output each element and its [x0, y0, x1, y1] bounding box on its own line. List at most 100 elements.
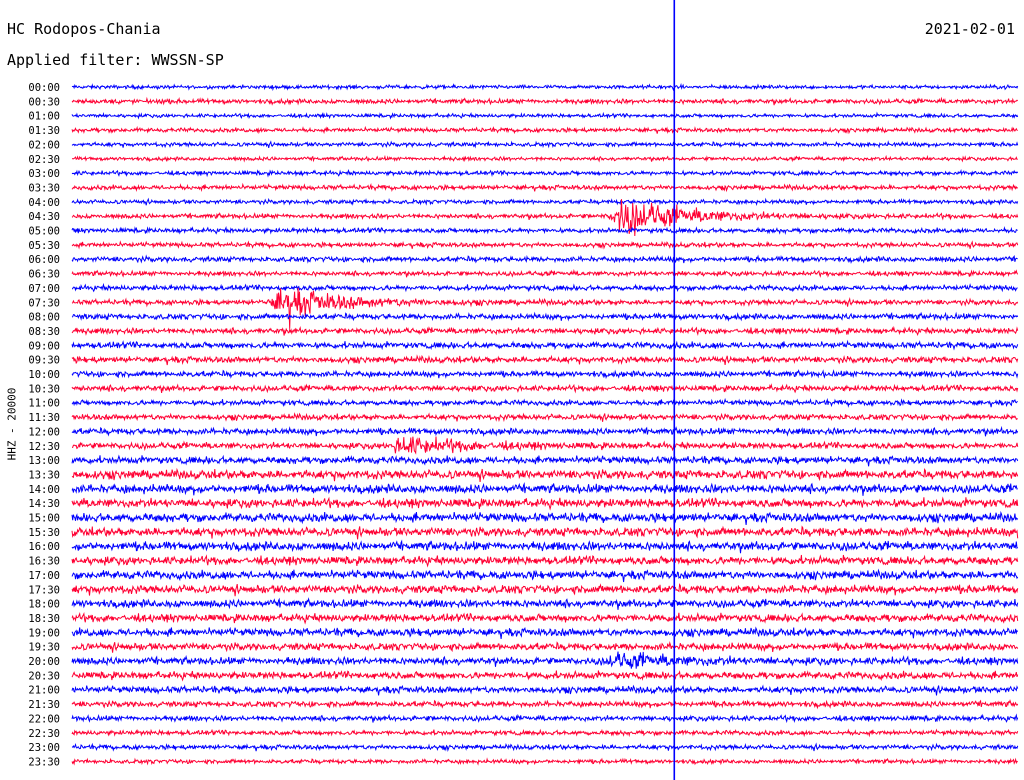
tick-label: 18:30 [28, 613, 60, 625]
tick-label: 02:30 [28, 154, 60, 166]
trace-1930 [71, 641, 1019, 653]
channel-label: HHZ - 20000 [5, 387, 19, 461]
trace-2300 [71, 742, 1019, 752]
trace-0500 [71, 225, 1018, 235]
tick-label: 12:30 [28, 441, 60, 453]
trace-0900 [71, 339, 1019, 351]
tick-label: 00:30 [28, 96, 60, 108]
tick-label: 13:30 [28, 469, 60, 481]
trace-0300 [71, 168, 1019, 178]
tick-label: 18:00 [28, 599, 60, 611]
tick-label: 23:30 [28, 756, 60, 768]
tick-label: 13:00 [28, 455, 60, 467]
trace-2130 [71, 699, 1019, 710]
trace-1100 [71, 397, 1018, 408]
trace-0700 [72, 282, 1018, 293]
trace-0630 [71, 268, 1019, 278]
tick-label: 01:00 [28, 111, 60, 123]
tick-label: 17:30 [28, 584, 60, 596]
trace-0930 [71, 354, 1019, 366]
tick-label: 03:00 [28, 168, 60, 180]
trace-1800 [71, 597, 1019, 610]
trace-2100 [71, 684, 1019, 696]
tick-label: 10:30 [28, 383, 60, 395]
trace-1900 [71, 626, 1019, 639]
tick-label: 20:30 [28, 670, 60, 682]
trace-0400 [71, 197, 1019, 207]
trace-1530 [71, 525, 1019, 540]
trace-0100 [71, 111, 1019, 120]
tick-label: 15:00 [28, 513, 60, 525]
tick-label: 20:00 [28, 656, 60, 668]
tick-label: 05:30 [28, 240, 60, 252]
tick-label: 14:30 [28, 498, 60, 510]
tick-label: 19:00 [28, 627, 60, 639]
tick-label: 16:30 [28, 556, 60, 568]
tick-label: 21:30 [28, 699, 60, 711]
trace-1700 [71, 568, 1019, 583]
tick-label: 05:00 [28, 226, 60, 238]
tick-label: 09:00 [28, 340, 60, 352]
trace-1030 [71, 383, 1019, 394]
trace-1200 [71, 425, 1019, 437]
tick-label: 22:00 [28, 713, 60, 725]
trace-0130 [71, 125, 1018, 135]
trace-2000 [71, 651, 1019, 669]
filter-label: Applied filter: WWSSN-SP [7, 51, 224, 69]
trace-0730 [71, 287, 1019, 329]
trace-2200 [71, 713, 1019, 724]
tick-label: 15:30 [28, 527, 60, 539]
trace-0330 [71, 182, 1019, 193]
trace-1230 [72, 436, 1019, 455]
trace-0030 [71, 96, 1019, 106]
tick-label: 22:30 [28, 728, 60, 740]
tick-label: 06:30 [28, 269, 60, 281]
tick-label: 19:30 [28, 642, 60, 654]
tick-label: 12:00 [28, 426, 60, 438]
trace-0600 [71, 254, 1018, 264]
trace-0530 [71, 240, 1019, 250]
tick-label: 10:00 [28, 369, 60, 381]
tick-label: 16:00 [28, 541, 60, 553]
tick-label: 07:00 [28, 283, 60, 295]
tick-label: 11:30 [28, 412, 60, 424]
trace-1300 [71, 454, 1019, 467]
trace-1730 [71, 583, 1019, 597]
tick-label: 04:30 [28, 211, 60, 223]
trace-2330 [71, 757, 1019, 766]
trace-1430 [71, 496, 1019, 511]
tick-label: 09:30 [28, 355, 60, 367]
tick-label: 23:00 [28, 742, 60, 754]
trace-1330 [71, 467, 1019, 482]
trace-0230 [71, 154, 1018, 163]
tick-label: 01:30 [28, 125, 60, 137]
trace-1130 [71, 412, 1018, 423]
trace-1600 [71, 539, 1019, 554]
trace-0200 [71, 140, 1019, 149]
tick-label: 14:00 [28, 484, 60, 496]
tick-label: 00:00 [28, 82, 60, 94]
tick-label: 03:30 [28, 182, 60, 194]
trace-0000 [71, 82, 1019, 92]
station-title: HC Rodopos-Chania [7, 20, 161, 38]
trace-1000 [71, 369, 1019, 380]
tick-label: 08:30 [28, 326, 60, 338]
trace-1400 [71, 481, 1018, 496]
tick-label: 02:00 [28, 139, 60, 151]
seismogram-plot: 00:00 00:30 01:00 01:30 02:00 02:30 03:00 03:30… [28, 0, 1019, 780]
trace-2230 [71, 728, 1019, 738]
record-date: 2021-02-01 [924, 20, 1015, 38]
tick-label: 08:00 [28, 312, 60, 324]
tick-label: 07:30 [28, 297, 60, 309]
trace-1500 [71, 510, 1019, 526]
trace-0830 [71, 325, 1019, 337]
trace-2030 [71, 669, 1019, 682]
trace-1830 [71, 611, 1019, 625]
trace-0800 [71, 311, 1019, 322]
tick-label: 17:00 [28, 570, 60, 582]
tick-label: 04:00 [28, 197, 60, 209]
trace-1630 [71, 554, 1019, 568]
tick-label: 06:00 [28, 254, 60, 266]
tick-label: 11:00 [28, 398, 60, 410]
tick-label: 21:00 [28, 685, 60, 697]
